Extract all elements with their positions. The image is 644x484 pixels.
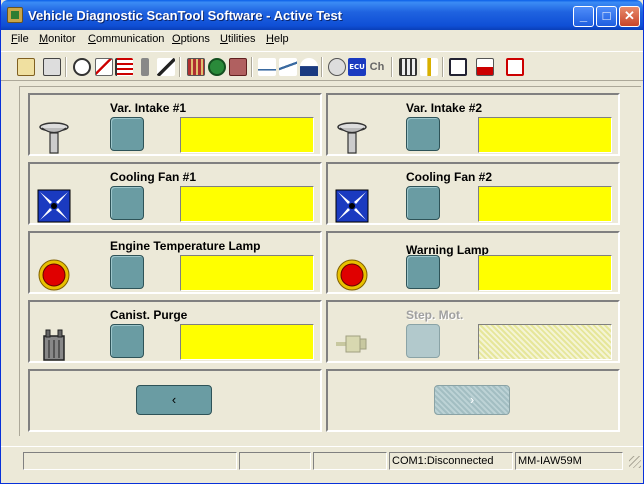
- test-value: [478, 324, 612, 360]
- status-port: COM1:Disconnected: [389, 452, 513, 470]
- menu-bar: File Monitor Communication Options Utili…: [1, 30, 643, 50]
- test-toggle-button[interactable]: [110, 186, 144, 220]
- test-value: [180, 117, 314, 153]
- test-cell-cooling-fan-1: Cooling Fan #1: [28, 162, 322, 225]
- test-value: [478, 255, 612, 291]
- test-toggle-button[interactable]: [110, 324, 144, 358]
- test-toggle-button[interactable]: [406, 324, 440, 358]
- status-bar: COM1:Disconnected MM-IAW59M: [1, 446, 643, 470]
- toolbar-separator: [442, 57, 444, 77]
- test-label: Canist. Purge: [110, 308, 188, 322]
- test-cell-engine-temperature-lamp: Engine Temperature Lamp: [28, 231, 322, 294]
- test-value: [180, 324, 314, 360]
- toolbar-separator: [179, 57, 181, 77]
- close-button[interactable]: ✕: [619, 6, 640, 27]
- gauge-icon[interactable]: [73, 58, 91, 76]
- nav-cell-right: ›: [326, 369, 620, 432]
- grid-icon[interactable]: [187, 58, 205, 76]
- test-label: Var. Intake #2: [406, 101, 483, 115]
- menu-communication[interactable]: Communication: [88, 33, 164, 45]
- test-label: Cooling Fan #2: [406, 170, 493, 184]
- test-toggle-button[interactable]: [110, 255, 144, 289]
- test-cell-cooling-fan-2: Cooling Fan #2: [326, 162, 620, 225]
- status-ecu: MM-IAW59M: [515, 452, 623, 470]
- active-test-panel: Var. Intake #1 Var. Intake #2 Cooling Fa…: [19, 86, 641, 436]
- canister-icon: [43, 329, 65, 361]
- test-toggle-button[interactable]: [110, 117, 144, 151]
- valve-icon: [337, 122, 367, 154]
- chip-icon[interactable]: [229, 58, 247, 76]
- test-label: Engine Temperature Lamp: [110, 239, 261, 253]
- stepper-motor-icon: [336, 335, 367, 353]
- maximize-button[interactable]: □: [596, 6, 617, 27]
- wand-icon[interactable]: [157, 58, 175, 76]
- test-value: [180, 186, 314, 222]
- download-icon[interactable]: [476, 58, 494, 76]
- lamp-icon: [336, 259, 368, 291]
- nav-cell-left: ‹: [28, 369, 322, 432]
- test-toggle-button[interactable]: [406, 255, 440, 289]
- test-cell-step-mot: Step. Mot.: [326, 300, 620, 363]
- minimize-button[interactable]: _: [573, 6, 594, 27]
- prev-page-button[interactable]: ‹: [136, 385, 212, 415]
- channel-icon[interactable]: Ch: [368, 58, 386, 76]
- test-label: Cooling Fan #1: [110, 170, 197, 184]
- menu-utilities[interactable]: Utilities: [220, 33, 255, 45]
- fan-icon: [335, 189, 369, 223]
- valve-icon: [39, 122, 69, 154]
- toolbar: ECU Ch: [1, 51, 643, 81]
- bars-icon[interactable]: [115, 58, 133, 76]
- toolbar-separator: [391, 57, 393, 77]
- toolbar-separator: [321, 57, 323, 77]
- app-window: Vehicle Diagnostic ScanTool Software - A…: [0, 0, 644, 484]
- graph-icon[interactable]: [95, 58, 113, 76]
- toolbar-separator: [65, 57, 67, 77]
- app-icon: [7, 7, 23, 23]
- menu-options[interactable]: Options: [172, 33, 210, 45]
- save-icon[interactable]: [17, 58, 35, 76]
- status-pane-2: [239, 452, 311, 470]
- menu-file[interactable]: File: [11, 33, 29, 45]
- fan-icon: [37, 189, 71, 223]
- dial-icon[interactable]: [300, 58, 318, 76]
- test-cell-warning-lamp: Warning Lamp: [326, 231, 620, 294]
- title-bar[interactable]: Vehicle Diagnostic ScanTool Software - A…: [1, 0, 643, 30]
- tree-icon[interactable]: [420, 58, 438, 76]
- probe-icon[interactable]: [141, 58, 149, 76]
- test-cell-var-intake-2: Var. Intake #2: [326, 93, 620, 156]
- next-page-button[interactable]: ›: [434, 385, 510, 415]
- test-toggle-button[interactable]: [406, 117, 440, 151]
- multi-line-icon[interactable]: [279, 58, 297, 76]
- ecu-icon[interactable]: ECU: [348, 58, 366, 76]
- test-value: [180, 255, 314, 291]
- print-icon[interactable]: [43, 58, 61, 76]
- engine-icon[interactable]: [328, 58, 346, 76]
- test-value: [478, 117, 612, 153]
- window-title: Vehicle Diagnostic ScanTool Software - A…: [28, 8, 343, 23]
- exit-icon[interactable]: [506, 58, 524, 76]
- test-label: Var. Intake #1: [110, 101, 187, 115]
- test-cell-canist-purge: Canist. Purge: [28, 300, 322, 363]
- test-value: [478, 186, 612, 222]
- line-chart-icon[interactable]: [258, 58, 276, 76]
- resize-grip[interactable]: [629, 456, 641, 468]
- toolbar-separator: [251, 57, 253, 77]
- lamp-icon: [38, 259, 70, 291]
- menu-help[interactable]: Help: [266, 33, 289, 45]
- test-cell-var-intake-1: Var. Intake #1: [28, 93, 322, 156]
- menu-monitor[interactable]: Monitor: [39, 33, 76, 45]
- test-label: Step. Mot.: [406, 308, 464, 322]
- status-pane-1: [23, 452, 237, 470]
- gear-icon[interactable]: [208, 58, 226, 76]
- book-icon[interactable]: [449, 58, 467, 76]
- status-pane-3: [313, 452, 387, 470]
- test-toggle-button[interactable]: [406, 186, 440, 220]
- calculator-icon[interactable]: [399, 58, 417, 76]
